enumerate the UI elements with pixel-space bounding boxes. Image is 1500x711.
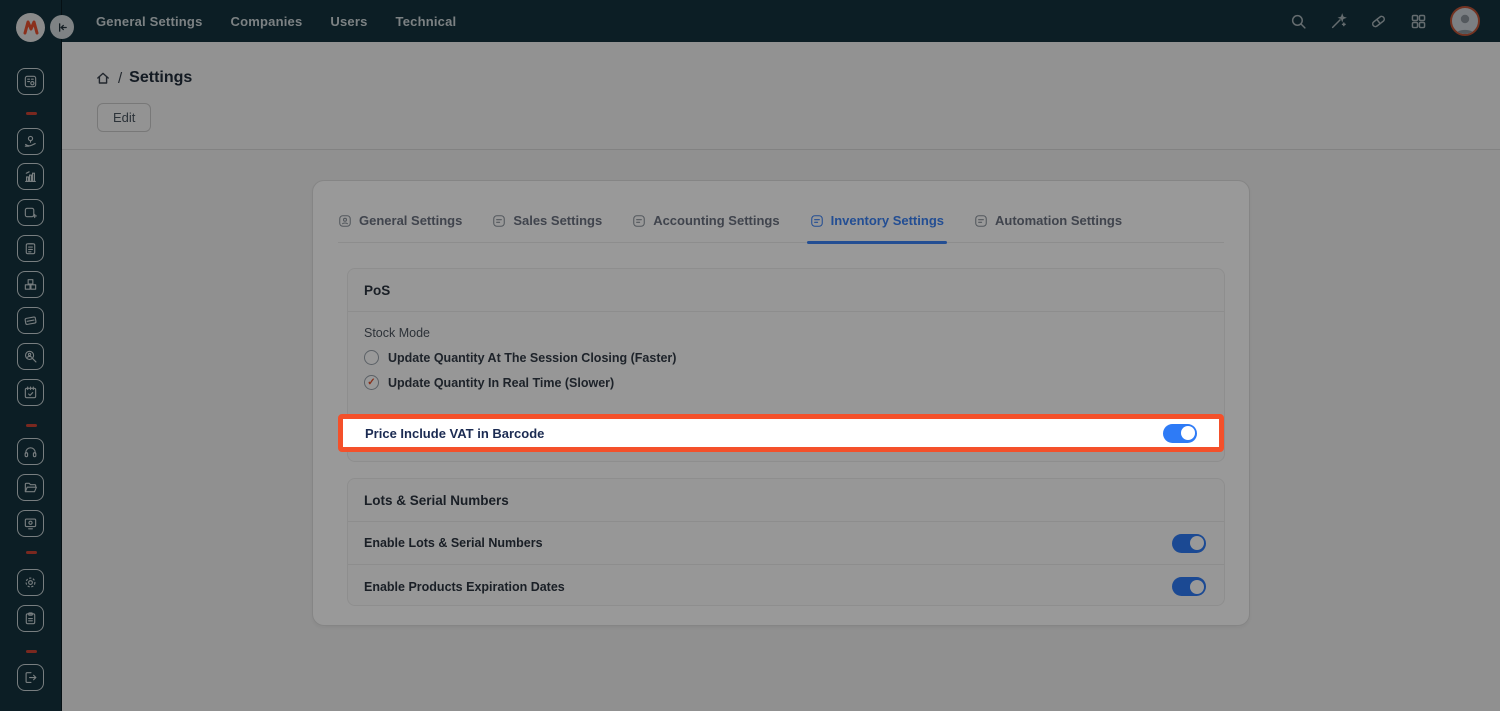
section-title: Lots & Serial Numbers <box>348 479 1224 522</box>
setting-row-expiration-dates: Enable Products Expiration Dates <box>348 565 1224 608</box>
care-hand-icon[interactable] <box>17 128 44 155</box>
sidebar-divider <box>26 650 37 653</box>
stock-mode-label: Stock Mode <box>364 326 1208 340</box>
settings-card: General Settings Sales Settings Accounti… <box>312 180 1250 626</box>
tab-label: Automation Settings <box>995 213 1122 228</box>
sidebar-divider <box>26 551 37 554</box>
breadcrumb-separator: / <box>118 70 122 87</box>
setting-label: Enable Lots & Serial Numbers <box>364 536 543 550</box>
settings-tabs: General Settings Sales Settings Accounti… <box>338 213 1224 243</box>
tab-accounting-settings[interactable]: Accounting Settings <box>632 213 779 242</box>
radio-option-label: Update Quantity In Real Time (Slower) <box>388 376 614 390</box>
menu-item-companies[interactable]: Companies <box>231 14 303 29</box>
highlighted-setting-row: Price Include VAT in Barcode <box>338 414 1224 452</box>
price-include-vat-toggle[interactable] <box>1163 424 1197 443</box>
apps-grid-icon[interactable] <box>1410 13 1427 30</box>
radio-unselected-icon[interactable] <box>364 350 379 365</box>
tab-general-settings[interactable]: General Settings <box>338 213 462 242</box>
radio-option-real-time[interactable]: Update Quantity In Real Time (Slower) <box>364 375 1208 390</box>
clipboard-calculator-icon[interactable] <box>17 235 44 262</box>
tab-sales-settings[interactable]: Sales Settings <box>492 213 602 242</box>
settings-badge-icon <box>492 214 506 228</box>
tab-label: Sales Settings <box>513 213 602 228</box>
menu-item-users[interactable]: Users <box>330 14 367 29</box>
top-menu: General Settings Companies Users Technic… <box>96 14 456 29</box>
lots-serial-section: Lots & Serial Numbers Enable Lots & Seri… <box>347 478 1225 606</box>
app-sidebar <box>0 0 62 711</box>
menu-item-technical[interactable]: Technical <box>396 14 457 29</box>
person-badge-icon <box>338 214 352 228</box>
main-content: General Settings Sales Settings Accounti… <box>62 150 1500 711</box>
expiration-dates-toggle[interactable] <box>1172 577 1206 596</box>
page-header: / Settings Edit <box>62 42 1500 150</box>
menu-item-general-settings[interactable]: General Settings <box>96 14 203 29</box>
documents-folder-icon[interactable] <box>17 474 44 501</box>
sidebar-divider <box>26 112 37 115</box>
inventory-boxes-icon[interactable] <box>17 271 44 298</box>
sales-chart-icon[interactable] <box>17 163 44 190</box>
sidebar-divider <box>26 424 37 427</box>
tab-inventory-settings[interactable]: Inventory Settings <box>810 213 944 242</box>
setting-row-enable-lots: Enable Lots & Serial Numbers <box>348 522 1224 565</box>
tab-label: Accounting Settings <box>653 213 779 228</box>
price-include-vat-label: Price Include VAT in Barcode <box>365 426 544 441</box>
settings-badge-icon <box>632 214 646 228</box>
logout-icon[interactable] <box>17 664 44 691</box>
edit-button[interactable]: Edit <box>97 103 151 132</box>
package-add-icon[interactable] <box>17 199 44 226</box>
breadcrumb: / Settings <box>95 69 192 87</box>
tab-label: General Settings <box>359 213 462 228</box>
magic-wand-icon[interactable] <box>1330 13 1347 30</box>
app-logo[interactable] <box>16 13 45 42</box>
page-title: Settings <box>129 69 192 87</box>
payment-terminal-icon[interactable] <box>17 307 44 334</box>
enable-lots-toggle[interactable] <box>1172 534 1206 553</box>
settings-gear-icon[interactable] <box>17 569 44 596</box>
calendar-check-icon[interactable] <box>17 379 44 406</box>
radio-option-label: Update Quantity At The Session Closing (… <box>388 351 676 365</box>
collapse-back-button[interactable] <box>50 15 74 39</box>
setting-label: Enable Products Expiration Dates <box>364 580 565 594</box>
settings-badge-icon <box>810 214 824 228</box>
report-clipboard-icon[interactable] <box>17 605 44 632</box>
user-avatar[interactable] <box>1450 6 1480 36</box>
presentation-screen-icon[interactable] <box>17 510 44 537</box>
customer-search-icon[interactable] <box>17 343 44 370</box>
support-headset-icon[interactable] <box>17 438 44 465</box>
tab-label: Inventory Settings <box>831 213 944 228</box>
settings-badge-icon <box>974 214 988 228</box>
tag-icon[interactable] <box>1370 13 1387 30</box>
top-navbar: General Settings Companies Users Technic… <box>62 0 1500 42</box>
home-icon[interactable] <box>95 70 111 86</box>
radio-selected-icon[interactable] <box>364 375 379 390</box>
search-icon[interactable] <box>1290 13 1307 30</box>
tab-automation-settings[interactable]: Automation Settings <box>974 213 1122 242</box>
radio-option-session-closing[interactable]: Update Quantity At The Session Closing (… <box>364 350 1208 365</box>
section-title: PoS <box>348 269 1224 312</box>
pos-register-icon[interactable] <box>17 68 44 95</box>
